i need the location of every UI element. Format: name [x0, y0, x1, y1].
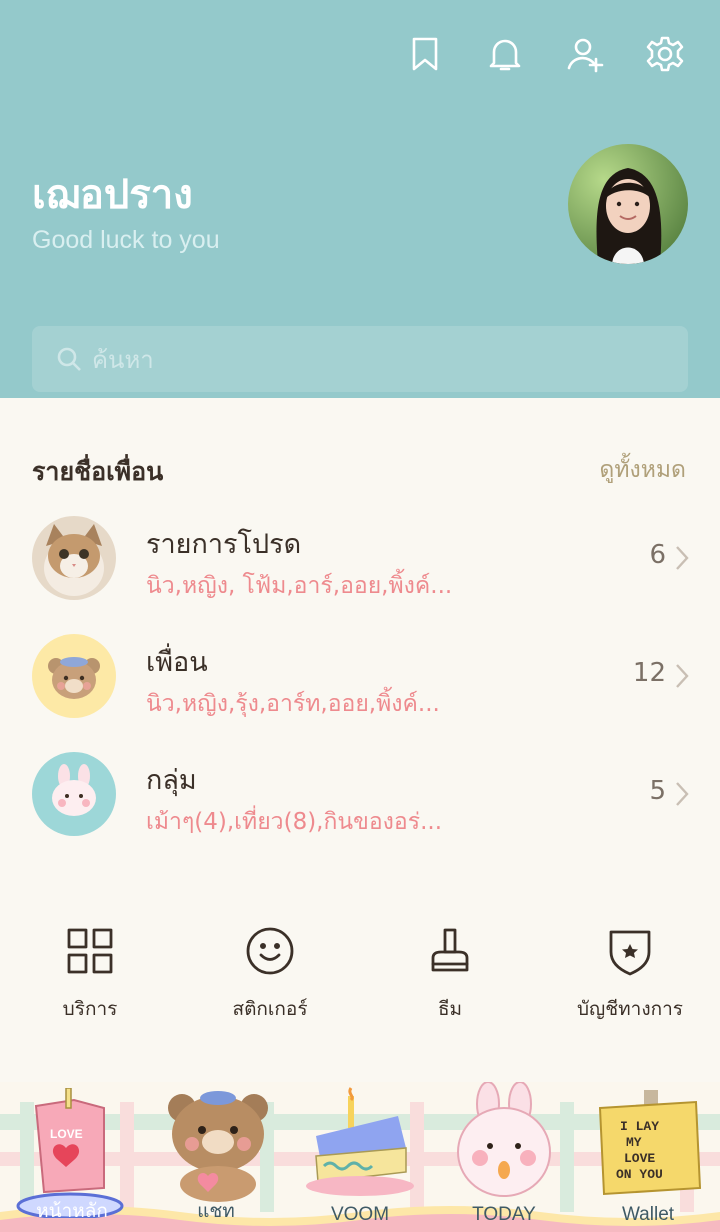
- row-title: กลุ่ม: [146, 765, 197, 796]
- profile-name[interactable]: เฌอปราง: [32, 162, 193, 226]
- friends-section-title: รายชื่อเพื่อน: [32, 457, 164, 486]
- services-button[interactable]: บริการ: [0, 924, 180, 1024]
- svg-text:LOVE: LOVE: [50, 1127, 83, 1141]
- action-label: ธีม: [437, 998, 463, 1020]
- search-bar[interactable]: ค้นหา: [32, 326, 688, 392]
- chevron-right-icon: [674, 780, 690, 808]
- svg-text:MY: MY: [626, 1135, 642, 1150]
- add-friend-icon[interactable]: [564, 32, 606, 76]
- shield-star-icon: [609, 930, 651, 976]
- brush-icon: [431, 928, 469, 972]
- chevron-right-icon: [674, 662, 690, 690]
- profile-header: เฌอปราง Good luck to you ค้นหา: [0, 0, 720, 398]
- svg-text:I LAY: I LAY: [620, 1119, 659, 1134]
- tab-label: VOOM: [330, 1204, 390, 1225]
- cake-icon: [306, 1087, 414, 1196]
- chevron-right-icon: [674, 544, 690, 572]
- tab-chat[interactable]: แชท: [144, 1082, 288, 1232]
- grid-icon: [67, 928, 113, 974]
- tab-label: TODAY: [472, 1204, 536, 1225]
- bookmark-icon[interactable]: [404, 32, 446, 76]
- header-icon-bar: [404, 32, 686, 76]
- svg-text:LOVE: LOVE: [624, 1151, 655, 1166]
- tab-today[interactable]: TODAY: [432, 1082, 576, 1232]
- action-label: สติกเกอร์: [232, 998, 308, 1020]
- smiley-icon: [246, 927, 294, 975]
- action-label: บัญชีทางการ: [577, 998, 683, 1020]
- groups-thumbnail: [32, 752, 116, 836]
- gear-icon[interactable]: [644, 32, 686, 76]
- stickers-button[interactable]: สติกเกอร์: [180, 924, 360, 1024]
- bear-icon: [168, 1091, 268, 1202]
- row-subtitle: นิว,หญิง, โฟ้ม,อาร์,ออย,พิ้งค์...: [146, 573, 453, 599]
- row-subtitle: เม้าๆ(4),เที่ยว(8),กินของอร่...: [146, 809, 443, 835]
- bottom-tab-bar: LOVE หน้าหลัก แชท VOOM TODAY I LAY MY LO…: [0, 1082, 720, 1232]
- search-placeholder: ค้นหา: [92, 345, 154, 374]
- row-count: 12: [632, 658, 666, 688]
- list-item-favorites[interactable]: รายการโปรด นิว,หญิง, โฟ้ม,อาร์,ออย,พิ้งค…: [0, 516, 720, 620]
- svg-text:ON YOU: ON YOU: [616, 1167, 663, 1182]
- tab-label: หน้าหลัก: [36, 1201, 108, 1222]
- themes-button[interactable]: ธีม: [360, 924, 540, 1024]
- tab-home[interactable]: LOVE หน้าหลัก: [0, 1082, 144, 1232]
- action-label: บริการ: [62, 998, 118, 1020]
- search-icon: [57, 347, 81, 371]
- official-accounts-button[interactable]: บัญชีทางการ: [540, 924, 720, 1024]
- bunny-icon: [457, 1082, 551, 1197]
- bell-icon[interactable]: [484, 32, 526, 76]
- tab-wallet[interactable]: I LAY MY LOVE ON YOU Wallet: [576, 1082, 720, 1232]
- note-icon: I LAY MY LOVE ON YOU: [598, 1090, 702, 1196]
- see-all-link[interactable]: ดูทั้งหมด: [599, 452, 686, 488]
- avatar[interactable]: [568, 144, 688, 264]
- row-subtitle: นิว,หญิง,รุ้ง,อาร์ท,ออย,พิ้งค์...: [146, 691, 440, 717]
- row-title: เพื่อน: [146, 647, 208, 678]
- list-item-groups[interactable]: กลุ่ม เม้าๆ(4),เที่ยว(8),กินของอร่... 5: [0, 752, 720, 856]
- tab-voom[interactable]: VOOM: [288, 1082, 432, 1232]
- tab-label: แชท: [197, 1201, 235, 1222]
- favorites-thumbnail: [32, 516, 116, 600]
- friends-thumbnail: [32, 634, 116, 718]
- quick-actions: บริการ สติกเกอร์ ธีม บัญชีทางการ: [0, 924, 720, 1034]
- row-count: 5: [649, 776, 666, 806]
- row-count: 6: [649, 540, 666, 570]
- row-title: รายการโปรด: [146, 529, 302, 560]
- status-message[interactable]: Good luck to you: [32, 226, 220, 255]
- list-item-friends[interactable]: เพื่อน นิว,หญิง,รุ้ง,อาร์ท,ออย,พิ้งค์...…: [0, 634, 720, 738]
- tab-label: Wallet: [621, 1204, 675, 1225]
